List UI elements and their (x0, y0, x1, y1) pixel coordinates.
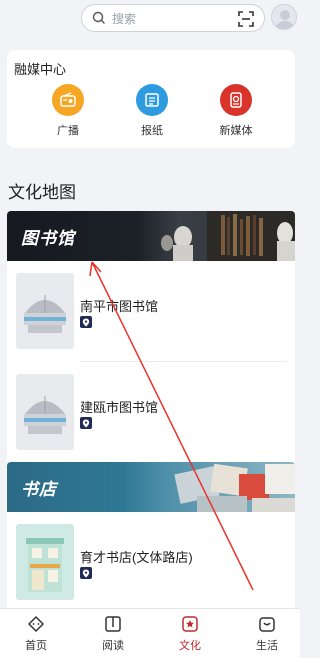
library-banner-title: 图书馆 (21, 229, 75, 248)
location-pin-icon[interactable] (80, 567, 92, 579)
library-name: 南平市图书馆 (80, 299, 159, 314)
media-center-card: 融媒中心 广播 报纸 新媒体 (7, 50, 295, 148)
tab-culture[interactable]: 文化 (160, 614, 220, 653)
bookstore-list: 育才书店(文体路店) (7, 512, 295, 608)
tab-label: 首页 (25, 640, 47, 652)
media-item-newspaper[interactable]: 报纸 (122, 84, 182, 138)
list-item[interactable]: 建瓯市图书馆 (7, 362, 295, 462)
bookstore-name: 育才书店(文体路店) (80, 550, 193, 565)
bookstore-banner-title: 书店 (21, 480, 57, 499)
library-banner[interactable]: 图书馆 (7, 211, 295, 261)
bookstore-banner[interactable]: 书店 (7, 462, 295, 512)
library-thumbnail (16, 374, 74, 450)
home-icon (28, 616, 44, 632)
location-pin-icon[interactable] (80, 316, 92, 328)
tab-label: 阅读 (102, 640, 124, 652)
list-item[interactable]: 南平市图书馆 (7, 261, 295, 361)
media-item-label: 报纸 (141, 125, 163, 137)
newspaper-icon (136, 84, 168, 116)
library-thumbnail (16, 273, 74, 349)
tab-life[interactable]: 生活 (237, 614, 297, 653)
life-bag-icon (259, 617, 275, 632)
search-icon (92, 11, 105, 24)
book-icon (105, 616, 121, 632)
list-item[interactable]: 育才书店(文体路店) (7, 512, 295, 612)
library-list: 南平市图书馆 建瓯市图书馆 (7, 261, 295, 462)
media-item-label: 广播 (57, 125, 79, 137)
tab-label: 文化 (179, 640, 201, 652)
scan-icon[interactable] (238, 11, 254, 27)
tab-home[interactable]: 首页 (6, 614, 66, 653)
new-media-icon (220, 84, 252, 116)
tab-reading[interactable]: 阅读 (83, 614, 143, 653)
media-center-title: 融媒中心 (14, 62, 67, 77)
media-item-new-media[interactable]: 新媒体 (206, 84, 266, 138)
user-avatar-icon (275, 10, 295, 29)
tab-label: 生活 (256, 640, 278, 652)
bottom-tab-bar: 首页 阅读 文化 生活 (0, 608, 300, 658)
culture-map-title: 文化地图 (8, 183, 76, 202)
media-item-label: 新媒体 (219, 125, 253, 137)
top-bar: 搜索 (0, 0, 300, 40)
avatar[interactable] (271, 4, 297, 30)
search-placeholder: 搜索 (112, 11, 137, 26)
bookstore-thumbnail (16, 524, 74, 600)
media-item-radio[interactable]: 广播 (38, 84, 98, 138)
culture-icon (182, 616, 198, 632)
search-bar[interactable]: 搜索 (81, 4, 265, 32)
radio-icon (52, 84, 84, 116)
library-name: 建瓯市图书馆 (80, 400, 159, 415)
location-pin-icon[interactable] (80, 417, 92, 429)
